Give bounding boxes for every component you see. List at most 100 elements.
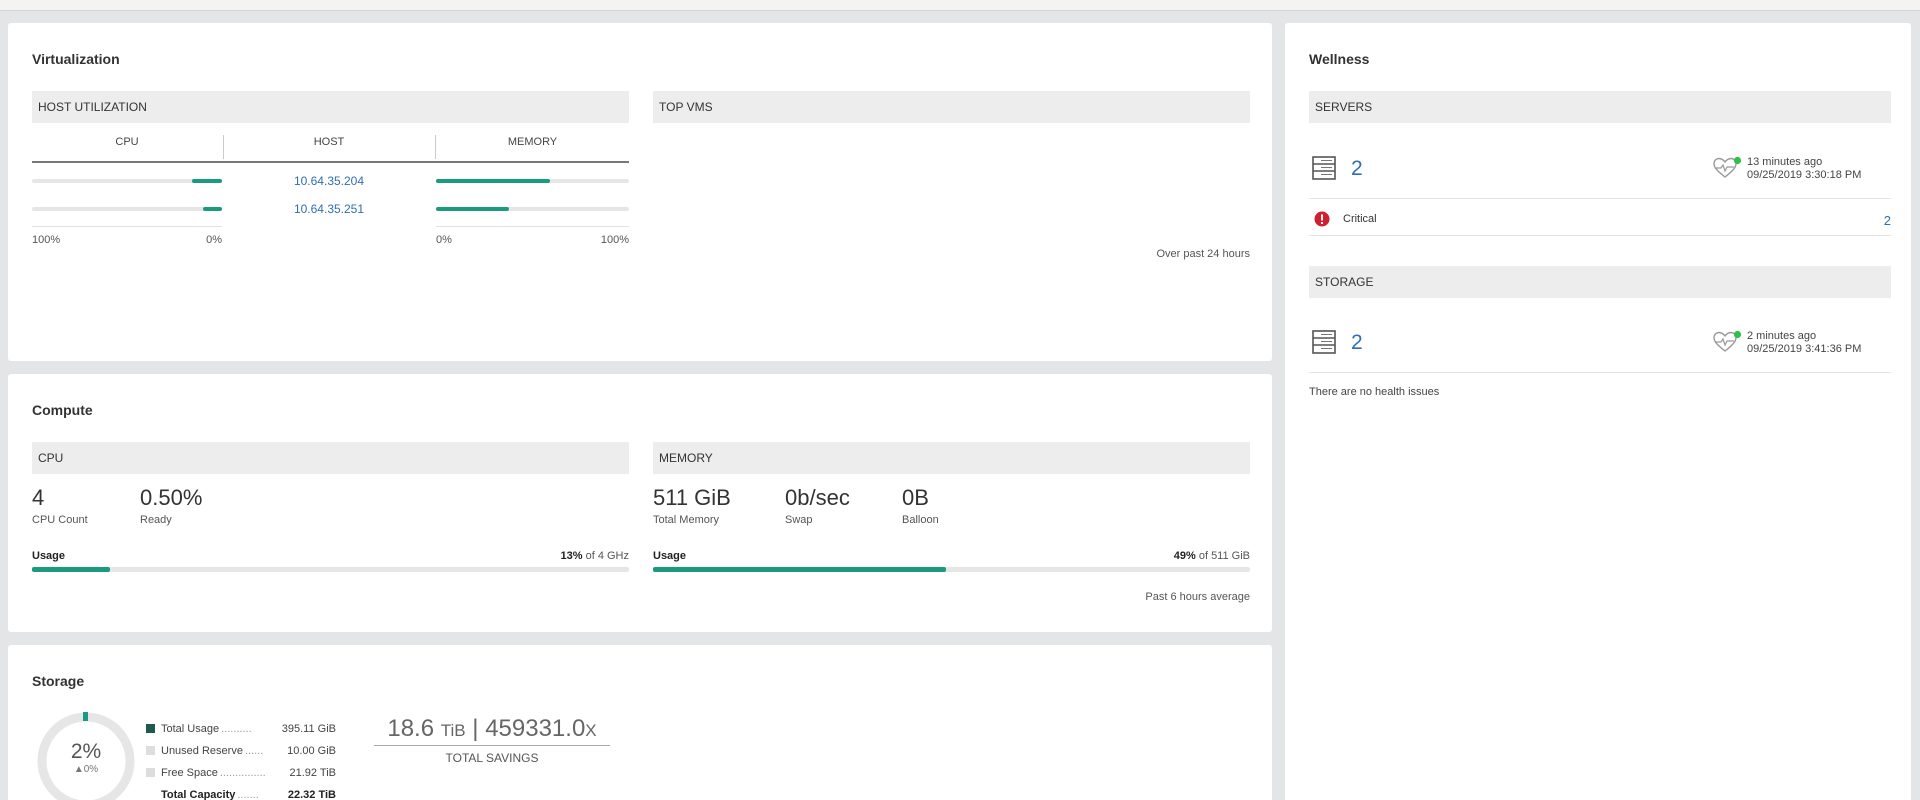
total-memory-value: 511 GiB bbox=[653, 485, 731, 510]
compute-footnote: Past 6 hours average bbox=[1145, 591, 1250, 603]
storage-system-icon bbox=[1312, 330, 1336, 354]
storage-legend: Total Usage.......... 395.11 GiB Unused R… bbox=[146, 718, 336, 800]
savings-unit: TiB bbox=[440, 721, 466, 740]
cpu-usage-percent: 13% bbox=[560, 550, 583, 562]
memory-usage-fill bbox=[653, 567, 946, 572]
cpu-usage-label: Usage bbox=[32, 550, 66, 562]
critical-count-link[interactable]: 2 bbox=[1825, 213, 1891, 228]
memory-axis-rule bbox=[436, 226, 629, 227]
legend-value: 21.92 TiB bbox=[289, 767, 336, 779]
legend-swatch bbox=[146, 746, 155, 755]
cpu-axis-min: 0% bbox=[206, 234, 222, 246]
storage-timestamp: 09/25/2019 3:41:36 PM bbox=[1747, 343, 1862, 355]
legend-leader: ............... bbox=[219, 767, 266, 779]
total-savings-label: TOTAL SAVINGS bbox=[445, 751, 539, 765]
legend-swatch bbox=[146, 768, 155, 777]
legend-leader: ....... bbox=[237, 789, 259, 800]
legend-label: Unused Reserve bbox=[161, 745, 243, 757]
top-vms-footnote: Over past 24 hours bbox=[1156, 248, 1250, 260]
host-utilization-header: HOST UTILIZATION bbox=[32, 91, 629, 123]
legend-total-row: Total Capacity....... 22.32 TiB bbox=[146, 784, 336, 800]
cpu-column-header: CPU bbox=[115, 136, 139, 148]
column-separator bbox=[435, 135, 436, 159]
status-ok-dot bbox=[1733, 156, 1742, 165]
memory-usage-of: of 511 GiB bbox=[1195, 550, 1250, 562]
compute-title: Compute bbox=[32, 402, 93, 418]
cpu-usage-fill bbox=[32, 567, 110, 572]
donut-delta: ▲0% bbox=[73, 764, 99, 775]
savings-amount: 18.6 bbox=[387, 715, 435, 742]
memory-bar-fill bbox=[436, 179, 550, 183]
cpu-usage-of: of 4 GHz bbox=[582, 550, 629, 562]
health-heart-icon bbox=[1713, 330, 1742, 352]
cpu-axis-max: 100% bbox=[32, 234, 61, 246]
storage-count-link[interactable]: 2 bbox=[1351, 331, 1363, 355]
cpu-count-value: 4 bbox=[32, 485, 45, 510]
memory-usage-text: 49% of 511 GiB bbox=[1008, 550, 1250, 562]
storage-section-header: STORAGE bbox=[1309, 266, 1891, 298]
cpu-axis-rule bbox=[32, 226, 222, 227]
legend-label: Free Space bbox=[161, 767, 218, 779]
top-bar bbox=[0, 0, 1920, 11]
legend-leader: .......... bbox=[221, 723, 252, 735]
host-column-header: HOST bbox=[313, 136, 345, 148]
cpu-bar-fill bbox=[203, 207, 222, 211]
legend-row: Free Space............... 21.92 TiB bbox=[146, 762, 336, 784]
critical-label: Critical bbox=[1343, 213, 1377, 225]
cpu-count-label: CPU Count bbox=[32, 514, 88, 526]
savings-rule bbox=[374, 745, 610, 746]
status-ok-dot bbox=[1733, 330, 1742, 339]
host-link[interactable]: 10.64.35.204 bbox=[224, 174, 434, 188]
savings-separator: | bbox=[472, 715, 479, 742]
wellness-title: Wellness bbox=[1309, 51, 1370, 67]
legend-value: 395.11 GiB bbox=[281, 723, 336, 735]
critical-icon bbox=[1314, 211, 1330, 227]
legend-value: 10.00 GiB bbox=[287, 745, 336, 757]
cpu-ready-label: Ready bbox=[140, 514, 172, 526]
cpu-ready-value: 0.50% bbox=[140, 485, 203, 510]
swap-value: 0b/sec bbox=[785, 485, 850, 510]
donut-usage-mark bbox=[83, 712, 88, 721]
servers-timestamp: 09/25/2019 3:30:18 PM bbox=[1747, 169, 1862, 181]
donut-percent: 2% bbox=[70, 740, 102, 763]
balloon-label: Balloon bbox=[902, 514, 939, 526]
balloon-value: 0B bbox=[902, 485, 929, 510]
legend-swatch bbox=[146, 724, 155, 733]
divider bbox=[1309, 235, 1891, 236]
table-header-rule bbox=[32, 161, 629, 163]
server-icon bbox=[1312, 156, 1336, 180]
legend-row: Total Usage.......... 395.11 GiB bbox=[146, 718, 336, 740]
storage-time-ago: 2 minutes ago bbox=[1747, 330, 1817, 342]
memory-usage-label: Usage bbox=[653, 550, 687, 562]
memory-axis-max: 100% bbox=[600, 234, 629, 246]
memory-axis-min: 0% bbox=[436, 234, 452, 246]
cpu-usage-text: 13% of 4 GHz bbox=[408, 550, 630, 562]
total-capacity-label: Total Capacity bbox=[161, 789, 236, 800]
column-separator bbox=[223, 135, 224, 159]
virtualization-title: Virtualization bbox=[32, 51, 120, 67]
servers-section-header: SERVERS bbox=[1309, 91, 1891, 123]
virtualization-panel: Virtualization HOST UTILIZATION CPU HOST… bbox=[8, 23, 1272, 361]
cpu-section-header: CPU bbox=[32, 442, 629, 474]
memory-section-header: MEMORY bbox=[653, 442, 1250, 474]
storage-timestamp-block: 2 minutes ago 09/25/2019 3:41:36 PM bbox=[1747, 330, 1861, 356]
legend-label: Total Usage bbox=[161, 723, 220, 735]
memory-column-header: MEMORY bbox=[507, 136, 558, 148]
total-capacity-value: 22.32 TiB bbox=[287, 789, 336, 800]
cpu-usage-track bbox=[32, 567, 629, 572]
cpu-bar-fill bbox=[191, 179, 222, 183]
divider bbox=[1309, 198, 1891, 199]
no-health-issues-text: There are no health issues bbox=[1309, 386, 1440, 398]
servers-count-link[interactable]: 2 bbox=[1351, 157, 1363, 181]
divider bbox=[1309, 372, 1891, 373]
total-memory-label: Total Memory bbox=[653, 514, 720, 526]
total-savings-value: 18.6 TiB | 459331.0X bbox=[374, 715, 610, 743]
health-heart-icon bbox=[1713, 156, 1742, 178]
wellness-panel: Wellness SERVERS 2 13 minutes ago 09/25/… bbox=[1285, 23, 1911, 800]
legend-leader: ...... bbox=[244, 745, 264, 757]
servers-timestamp-block: 13 minutes ago 09/25/2019 3:30:18 PM bbox=[1747, 156, 1861, 182]
memory-usage-percent: 49% bbox=[1173, 550, 1196, 562]
top-vms-header: TOP VMS bbox=[653, 91, 1250, 123]
memory-bar-fill bbox=[436, 207, 510, 211]
host-link[interactable]: 10.64.35.251 bbox=[224, 202, 434, 216]
